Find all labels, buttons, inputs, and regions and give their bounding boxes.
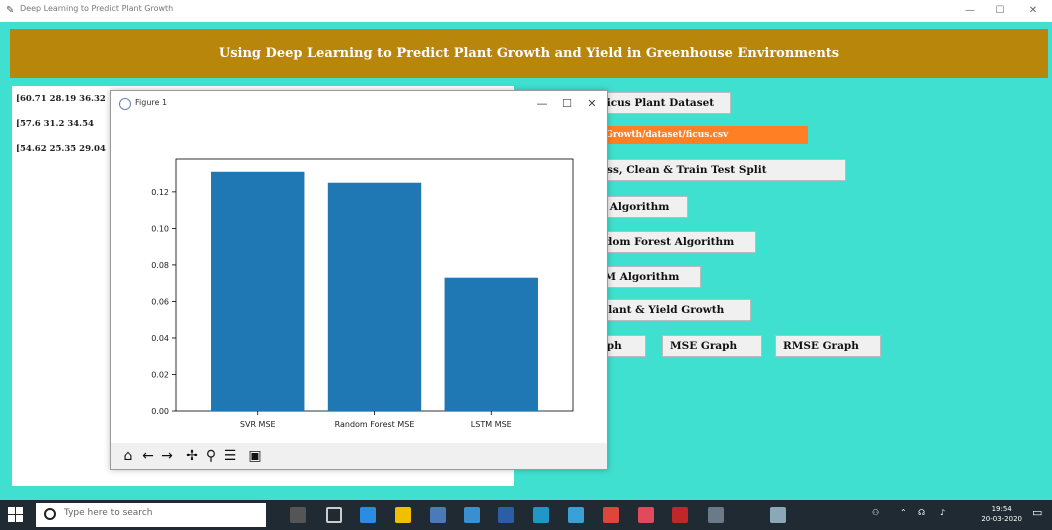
y-axis: 0.00 0.02 0.04 0.06 0.08 0.10 0.12 [151, 188, 176, 416]
output-line: [54.62 25.35 29.04 [16, 144, 106, 154]
taskbar-search-input[interactable]: Type here to search [36, 503, 266, 527]
app-icon[interactable] [464, 507, 480, 523]
search-placeholder: Type here to search [64, 508, 153, 518]
y-tick-label: 0.04 [151, 334, 169, 343]
pan-icon[interactable]: ✢ [183, 446, 201, 466]
figure-titlebar[interactable]: Figure 1 — ☐ ✕ [111, 91, 607, 117]
windows-start-icon[interactable] [8, 507, 24, 523]
app-header: Using Deep Learning to Predict Plant Gro… [10, 29, 1048, 78]
chrome-icon[interactable] [638, 507, 654, 523]
forward-arrow-icon[interactable]: → [158, 446, 176, 466]
configure-icon[interactable]: ☰ [221, 446, 239, 466]
taskbar-clock[interactable]: 19:54 20-03-2020 [981, 504, 1022, 524]
mse-graph-button[interactable]: MSE Graph [662, 335, 762, 357]
back-arrow-icon[interactable]: ← [139, 446, 157, 466]
figure-title: Figure 1 [135, 98, 168, 107]
notification-icon[interactable]: ▭ [1032, 506, 1042, 519]
task-view-icon[interactable] [326, 507, 342, 523]
app-icon[interactable] [672, 507, 688, 523]
word-icon[interactable] [498, 507, 514, 523]
matplotlib-icon [119, 98, 131, 110]
minimize-button[interactable]: — [955, 2, 985, 20]
taskbar: Type here to search ⚇ ⌃ ☊ ♪ 19:54 20-03-… [0, 500, 1052, 530]
figure-window[interactable]: Figure 1 — ☐ ✕ 0.00 0.02 0.04 0.06 0.08 0.10 0… [110, 90, 608, 470]
zoom-icon[interactable]: ⚲ [202, 446, 220, 466]
page-title: Using Deep Learning to Predict Plant Gro… [218, 46, 840, 61]
python-icon[interactable] [770, 507, 786, 523]
app-icon[interactable] [533, 507, 549, 523]
close-button[interactable]: ✕ [1018, 2, 1048, 20]
mail-icon[interactable] [568, 507, 584, 523]
figure-minimize-button[interactable]: — [529, 95, 555, 113]
figure-maximize-button[interactable]: ☐ [554, 95, 580, 113]
output-line: [57.6 31.2 34.54 [16, 119, 94, 129]
window-titlebar: ✎ Deep Learning to Predict Plant Growth … [0, 0, 1052, 22]
search-circle-icon [44, 508, 56, 520]
network-icon[interactable]: ☊ [918, 508, 925, 517]
save-icon[interactable]: ▣ [246, 446, 264, 466]
x-tick-label: SVR MSE [240, 420, 276, 429]
clock-time: 19:54 [991, 505, 1012, 513]
bar-svr-mse [211, 171, 305, 411]
file-explorer-icon[interactable] [430, 507, 446, 523]
y-tick-label: 0.02 [151, 370, 169, 379]
x-axis: SVR MSE Random Forest MSE LSTM MSE [240, 411, 512, 429]
store-icon[interactable] [395, 507, 411, 523]
y-tick-label: 0.10 [151, 224, 169, 233]
y-tick-label: 0.08 [151, 261, 169, 270]
mse-bar-chart: 0.00 0.02 0.04 0.06 0.08 0.10 0.12 SVR MSE Rand… [151, 158, 574, 429]
window-title: Deep Learning to Predict Plant Growth [20, 4, 174, 13]
y-tick-label: 0.06 [151, 297, 169, 306]
bar-random-forest-mse [327, 182, 422, 411]
app-icon[interactable] [708, 507, 724, 523]
y-tick-label: 0.00 [151, 407, 169, 416]
tray-chevron-icon[interactable]: ⌃ [900, 508, 907, 517]
maximize-button[interactable]: ☐ [985, 2, 1015, 20]
people-icon[interactable]: ⚇ [872, 508, 879, 517]
y-tick-label: 0.12 [151, 188, 169, 197]
figure-close-button[interactable]: ✕ [579, 95, 605, 113]
app-icon[interactable] [603, 507, 619, 523]
clock-date: 20-03-2020 [981, 515, 1022, 523]
bars-group [211, 171, 538, 411]
output-line: [60.71 28.19 36.32 [16, 94, 106, 104]
rmse-graph-button[interactable]: RMSE Graph [775, 335, 881, 357]
x-tick-label: LSTM MSE [471, 420, 512, 429]
app-feather-icon: ✎ [6, 5, 15, 16]
bar-lstm-mse [444, 277, 538, 411]
x-tick-label: Random Forest MSE [335, 420, 415, 429]
volume-icon[interactable]: ♪ [940, 508, 945, 517]
microphone-icon[interactable] [290, 507, 306, 523]
home-icon[interactable]: ⌂ [119, 446, 137, 466]
edge-browser-icon[interactable] [360, 507, 376, 523]
figure-toolbar: ⌂ ← → ✢ ⚲ ☰ ▣ [111, 443, 607, 469]
